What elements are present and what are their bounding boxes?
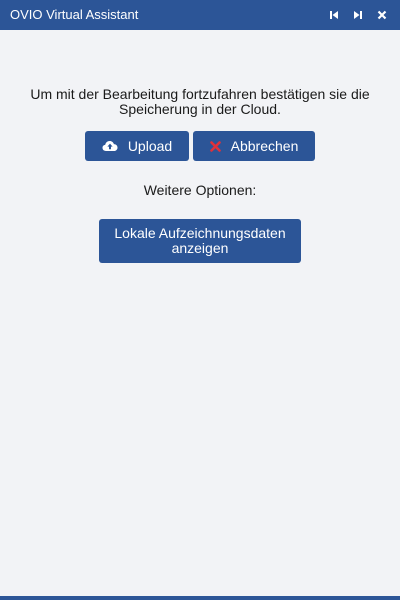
skip-forward-button[interactable]	[346, 3, 370, 27]
skip-back-button[interactable]	[322, 3, 346, 27]
show-local-data-label: Lokale Aufzeichnungsdaten anzeigen	[114, 225, 286, 256]
more-options-label: Weitere Optionen:	[143, 182, 257, 198]
assistant-window: OVIO Virtual Assistant Um mit der Bearbe…	[0, 0, 400, 600]
cancel-label: Abbrechen	[230, 138, 299, 154]
cancel-button[interactable]: Abbrechen	[193, 131, 315, 161]
skip-forward-icon	[354, 11, 362, 19]
title-bar: OVIO Virtual Assistant	[0, 0, 400, 30]
skip-back-icon	[330, 11, 338, 19]
window-controls	[322, 0, 394, 30]
upload-label: Upload	[127, 138, 173, 154]
show-local-data-button[interactable]: Lokale Aufzeichnungsdaten anzeigen	[99, 219, 301, 263]
close-button[interactable]	[370, 3, 394, 27]
cross-icon	[209, 140, 221, 152]
window-title: OVIO Virtual Assistant	[10, 7, 139, 22]
close-icon	[377, 10, 387, 20]
bottom-bar	[0, 596, 400, 600]
cloud-upload-icon	[102, 140, 118, 152]
cloud-confirmation-message: Um mit der Bearbeitung fortzufahren best…	[30, 86, 370, 117]
upload-button[interactable]: Upload	[85, 131, 189, 161]
